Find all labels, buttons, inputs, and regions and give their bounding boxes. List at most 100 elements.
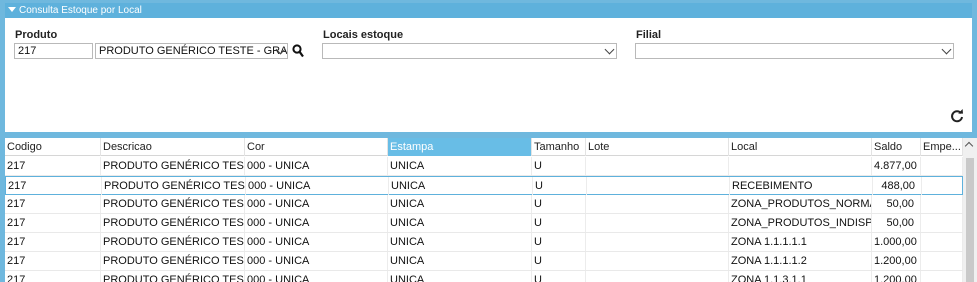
cell-local: ZONA 1.1.3.1.1 xyxy=(729,271,872,282)
column-header-descricao[interactable]: Descricao xyxy=(101,138,245,156)
cell-saldo: 488,00 xyxy=(873,177,922,195)
triangle-down-icon[interactable] xyxy=(8,7,16,12)
search-icon[interactable] xyxy=(292,44,304,58)
panel-header[interactable]: Consulta Estoque por Local xyxy=(5,3,972,18)
locais-estoque-label: Locais estoque xyxy=(323,29,404,41)
cell-local: RECEBIMENTO xyxy=(730,177,873,195)
column-header-saldo[interactable]: Saldo xyxy=(872,138,921,156)
column-header-codigo[interactable]: Codigo xyxy=(5,138,101,156)
cell-cor: 000 - UNICA xyxy=(245,233,388,251)
cell-cor: 000 - UNICA xyxy=(245,252,388,270)
cell-descricao: PRODUTO GENÉRICO TESTE - GR... xyxy=(101,157,245,175)
cell-local: ZONA 1.1.1.1.2 xyxy=(729,252,872,270)
cell-empenho xyxy=(921,214,963,232)
panel-title: Consulta Estoque por Local xyxy=(19,5,142,16)
cell-lote xyxy=(587,177,730,195)
cell-codigo: 217 xyxy=(5,157,101,175)
scrollbar-thumb[interactable] xyxy=(966,158,974,282)
cell-empenho xyxy=(921,271,963,282)
cell-estampa: UNICA xyxy=(388,271,532,282)
cell-estampa: UNICA xyxy=(388,157,532,175)
column-header-cor[interactable]: Cor xyxy=(245,138,388,156)
vertical-scrollbar[interactable] xyxy=(963,138,977,282)
table-row[interactable]: 217PRODUTO GENÉRICO TESTE - GR...000 - U… xyxy=(5,271,963,282)
cell-codigo: 217 xyxy=(5,214,101,232)
cell-descricao: PRODUTO GENÉRICO TESTE - GR... xyxy=(101,195,245,213)
cell-tamanho: U xyxy=(532,214,586,232)
table-row[interactable]: 217PRODUTO GENÉRICO TESTE - GR...000 - U… xyxy=(5,233,963,252)
table-row[interactable]: 217PRODUTO GENÉRICO TESTE - GR...000 - U… xyxy=(5,157,963,176)
cell-local: ZONA 1.1.1.1.1 xyxy=(729,233,872,251)
cell-cor: 000 - UNICA xyxy=(245,195,388,213)
cell-descricao: PRODUTO GENÉRICO TESTE - GR... xyxy=(101,252,245,270)
cell-empenho xyxy=(921,233,963,251)
cell-local xyxy=(729,157,872,175)
cell-lote xyxy=(586,271,729,282)
cell-tamanho: U xyxy=(532,271,586,282)
cell-codigo: 217 xyxy=(5,195,101,213)
cell-estampa: UNICA xyxy=(388,195,532,213)
cell-descricao: PRODUTO GENÉRICO TESTE - GR... xyxy=(101,214,245,232)
table-row[interactable]: 217PRODUTO GENÉRICO TESTE - GR...000 - U… xyxy=(5,252,963,271)
produto-select-value: PRODUTO GENÉRICO TESTE - GRADE UNICA xyxy=(99,45,288,57)
cell-cor: 000 - UNICA xyxy=(245,271,388,282)
table-row[interactable]: 217PRODUTO GENÉRICO TESTE - GR...000 - U… xyxy=(5,176,963,195)
cell-lote xyxy=(586,214,729,232)
cell-empenho xyxy=(922,177,963,195)
cell-saldo: 1.200,00 xyxy=(872,252,921,270)
cell-saldo: 50,00 xyxy=(872,214,921,232)
cell-estampa: UNICA xyxy=(388,252,532,270)
cell-cor: 000 - UNICA xyxy=(246,177,389,195)
column-header-lote[interactable]: Lote xyxy=(586,138,729,156)
cell-saldo: 1.000,00 xyxy=(872,233,921,251)
table-row[interactable]: 217PRODUTO GENÉRICO TESTE - GR...000 - U… xyxy=(5,195,963,214)
cell-tamanho: U xyxy=(532,195,586,213)
cell-tamanho: U xyxy=(532,233,586,251)
produto-label: Produto xyxy=(15,29,58,41)
cell-descricao: PRODUTO GENÉRICO TESTE - GR... xyxy=(102,177,246,195)
cell-tamanho: U xyxy=(532,157,586,175)
cell-local: ZONA_PRODUTOS_NORMAL xyxy=(729,195,872,213)
cell-codigo: 217 xyxy=(5,271,101,282)
cell-empenho xyxy=(921,252,963,270)
filter-area xyxy=(5,18,972,132)
column-header-empenho[interactable]: Empe... xyxy=(921,138,963,156)
column-header-local[interactable]: Local xyxy=(729,138,872,156)
cell-codigo: 217 xyxy=(6,177,102,195)
cell-empenho xyxy=(921,157,963,175)
cell-saldo: 50,00 xyxy=(872,195,921,213)
cell-lote xyxy=(586,252,729,270)
stock-grid: Codigo Descricao Cor Estampa Tamanho Lot… xyxy=(5,138,963,282)
grid-header: Codigo Descricao Cor Estampa Tamanho Lot… xyxy=(5,138,963,156)
produto-code-input[interactable]: 217 xyxy=(14,43,93,59)
column-header-estampa[interactable]: Estampa xyxy=(388,138,532,156)
cell-descricao: PRODUTO GENÉRICO TESTE - GR... xyxy=(101,233,245,251)
cell-saldo: 4.877,00 xyxy=(872,157,921,175)
filial-label: Filial xyxy=(636,29,662,41)
cell-tamanho: U xyxy=(533,177,587,195)
chevron-down-icon xyxy=(604,44,615,55)
cell-tamanho: U xyxy=(532,252,586,270)
cell-empenho xyxy=(921,195,963,213)
table-row[interactable]: 217PRODUTO GENÉRICO TESTE - GR...000 - U… xyxy=(5,214,963,233)
chevron-down-icon xyxy=(941,44,952,55)
cell-cor: 000 - UNICA xyxy=(245,214,388,232)
cell-saldo: 1.200,00 xyxy=(872,271,921,282)
cell-estampa: UNICA xyxy=(388,233,532,251)
cell-lote xyxy=(586,195,729,213)
cell-codigo: 217 xyxy=(5,233,101,251)
cell-codigo: 217 xyxy=(5,252,101,270)
cell-local: ZONA_PRODUTOS_INDISPONIVEL xyxy=(729,214,872,232)
cell-lote xyxy=(586,157,729,175)
cell-estampa: UNICA xyxy=(389,177,533,195)
chevron-up-icon[interactable] xyxy=(964,141,974,151)
filial-select[interactable] xyxy=(635,43,954,59)
column-header-tamanho[interactable]: Tamanho xyxy=(532,138,586,156)
refresh-icon[interactable] xyxy=(950,109,964,123)
cell-lote xyxy=(586,233,729,251)
cell-descricao: PRODUTO GENÉRICO TESTE - GR... xyxy=(101,271,245,282)
locais-estoque-select[interactable] xyxy=(322,43,617,59)
cell-cor: 000 - UNICA xyxy=(245,157,388,175)
produto-select[interactable]: PRODUTO GENÉRICO TESTE - GRADE UNICA xyxy=(95,43,288,59)
cell-estampa: UNICA xyxy=(388,214,532,232)
